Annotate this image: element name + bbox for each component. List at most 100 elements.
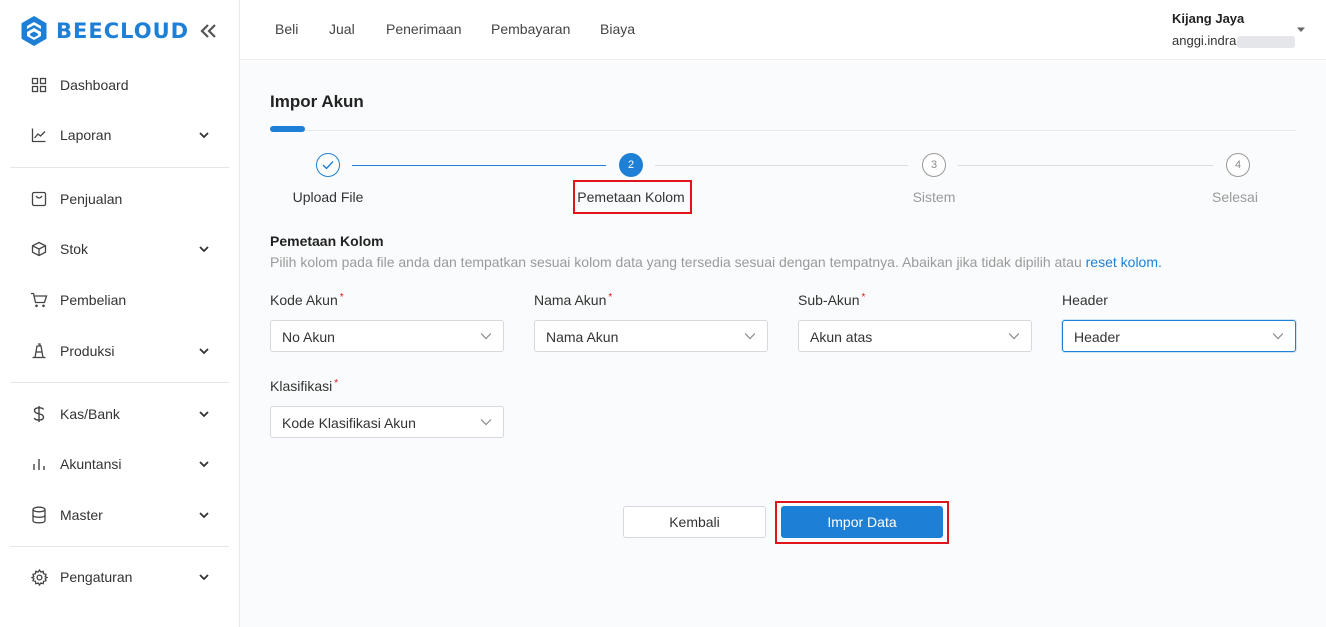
collapse-sidebar-button[interactable] [196,20,220,42]
sidebar: BEECLOUD Dashboard Laporan Penjualan Sto… [0,0,240,627]
chevron-down-icon [199,348,209,355]
double-chevron-left-icon [200,24,216,38]
step-label-selesai: Selesai [1212,189,1258,205]
back-button[interactable]: Kembali [623,506,766,538]
cart-icon [30,291,48,309]
chevron-down-icon [199,132,209,139]
sidebar-item-kas-bank[interactable]: Kas/Bank [10,394,230,434]
sidebar-item-penjualan[interactable]: Penjualan [10,179,230,219]
section-title: Pemetaan Kolom [270,233,384,249]
sidebar-item-stok[interactable]: Stok [10,229,230,269]
database-icon [30,506,48,524]
gear-icon [30,568,48,586]
step-label-upload-file: Upload File [292,189,364,205]
field-label-nama-akun: Nama Akun * [534,292,612,308]
chevron-down-icon [744,333,756,340]
sidebar-item-label: Penjualan [60,191,123,207]
header-select[interactable]: Header [1062,320,1296,352]
sidebar-item-label: Akuntansi [60,456,122,472]
top-menu-beli[interactable]: Beli [275,21,298,37]
field-label-text: Kode Akun [270,292,338,308]
chevron-down-icon [1272,333,1284,340]
field-label-sub-akun: Sub-Akun * [798,292,865,308]
field-label-text: Nama Akun [534,292,607,308]
sidebar-item-label: Pengaturan [60,569,133,585]
step-3-pending: 3 [922,153,946,177]
field-label-text: Klasifikasi [270,378,333,394]
chevron-down-icon [1008,333,1020,340]
sidebar-item-label: Pembelian [60,292,127,308]
hexagon-logo-icon [21,16,47,46]
chevron-down-icon [199,512,209,519]
required-mark: * [861,292,866,303]
top-menu-pembayaran[interactable]: Pembayaran [491,21,570,37]
step-number: 4 [1234,159,1242,171]
field-label-header: Header [1062,292,1108,308]
brand-name: BEECLOUD [56,19,190,43]
top-navbar: Beli Jual Penerimaan Pembayaran Biaya Ki… [240,0,1326,60]
kode-akun-select[interactable]: No Akun [270,320,504,352]
annotation-highlight-import [775,501,949,544]
chevron-down-icon [199,461,209,468]
top-menu-penerimaan[interactable]: Penerimaan [386,21,462,37]
user-email-text: anggi.indra [1172,33,1237,48]
select-value: Header [1074,329,1120,345]
title-underline [270,130,1296,131]
sidebar-item-pengaturan[interactable]: Pengaturan [10,557,230,597]
sidebar-divider [10,382,229,383]
sidebar-item-label: Stok [60,241,89,257]
bar-chart-icon [30,455,48,473]
step-number: 2 [627,159,635,171]
field-label-text: Sub-Akun [798,292,860,308]
dashboard-grid-icon [30,76,48,94]
select-value: No Akun [282,329,335,345]
select-value: Kode Klasifikasi Akun [282,415,416,431]
step-label-sistem: Sistem [912,189,956,205]
step-connector-pending [958,165,1213,166]
step-connector-pending [655,165,908,166]
chevron-down-icon [480,333,492,340]
user-email[interactable]: anggi.indra [1172,33,1296,48]
sidebar-item-master[interactable]: Master [10,495,230,535]
step-1-done [316,153,340,177]
sidebar-item-dashboard[interactable]: Dashboard [10,65,230,105]
cube-icon [30,240,48,258]
step-number: 3 [930,159,938,171]
sidebar-item-akuntansi[interactable]: Akuntansi [10,444,230,484]
sales-box-icon [30,190,48,208]
title-accent-bar [270,126,305,132]
sidebar-item-pembelian[interactable]: Pembelian [10,280,230,320]
field-label-kode-akun: Kode Akun * [270,292,344,308]
required-mark: * [608,292,613,303]
sidebar-divider [10,167,229,168]
field-label-text: Header [1062,292,1108,308]
chevron-down-icon [480,419,492,426]
check-icon [322,161,334,170]
sidebar-item-label: Laporan [60,127,112,143]
user-company-name[interactable]: Kijang Jaya [1172,11,1244,26]
sidebar-item-label: Kas/Bank [60,406,120,422]
required-mark: * [334,378,339,389]
top-menu-jual[interactable]: Jual [329,21,355,37]
step-2-active: 2 [619,153,643,177]
sidebar-item-laporan[interactable]: Laporan [10,115,230,155]
chevron-down-icon [199,411,209,418]
user-menu-caret-icon[interactable] [1296,26,1306,34]
reset-kolom-link[interactable]: reset kolom. [1086,254,1162,270]
top-menu-biaya[interactable]: Biaya [600,21,635,37]
brand[interactable]: BEECLOUD [20,14,189,48]
sub-akun-select[interactable]: Akun atas [798,320,1032,352]
chart-line-icon [30,126,48,144]
sidebar-item-label: Dashboard [60,77,129,93]
sidebar-item-label: Produksi [60,343,115,359]
step-connector-done [352,165,606,166]
nama-akun-select[interactable]: Nama Akun [534,320,768,352]
annotation-highlight-step [573,180,692,214]
field-label-klasifikasi: Klasifikasi * [270,378,338,394]
select-value: Nama Akun [546,329,619,345]
klasifikasi-select[interactable]: Kode Klasifikasi Akun [270,406,504,438]
chevron-down-icon [199,246,209,253]
sidebar-item-produksi[interactable]: Produksi [10,331,230,371]
page-title: Impor Akun [270,92,364,111]
main-content: Impor Akun 2 3 4 Upload File Pemetaan Ko… [240,61,1326,627]
